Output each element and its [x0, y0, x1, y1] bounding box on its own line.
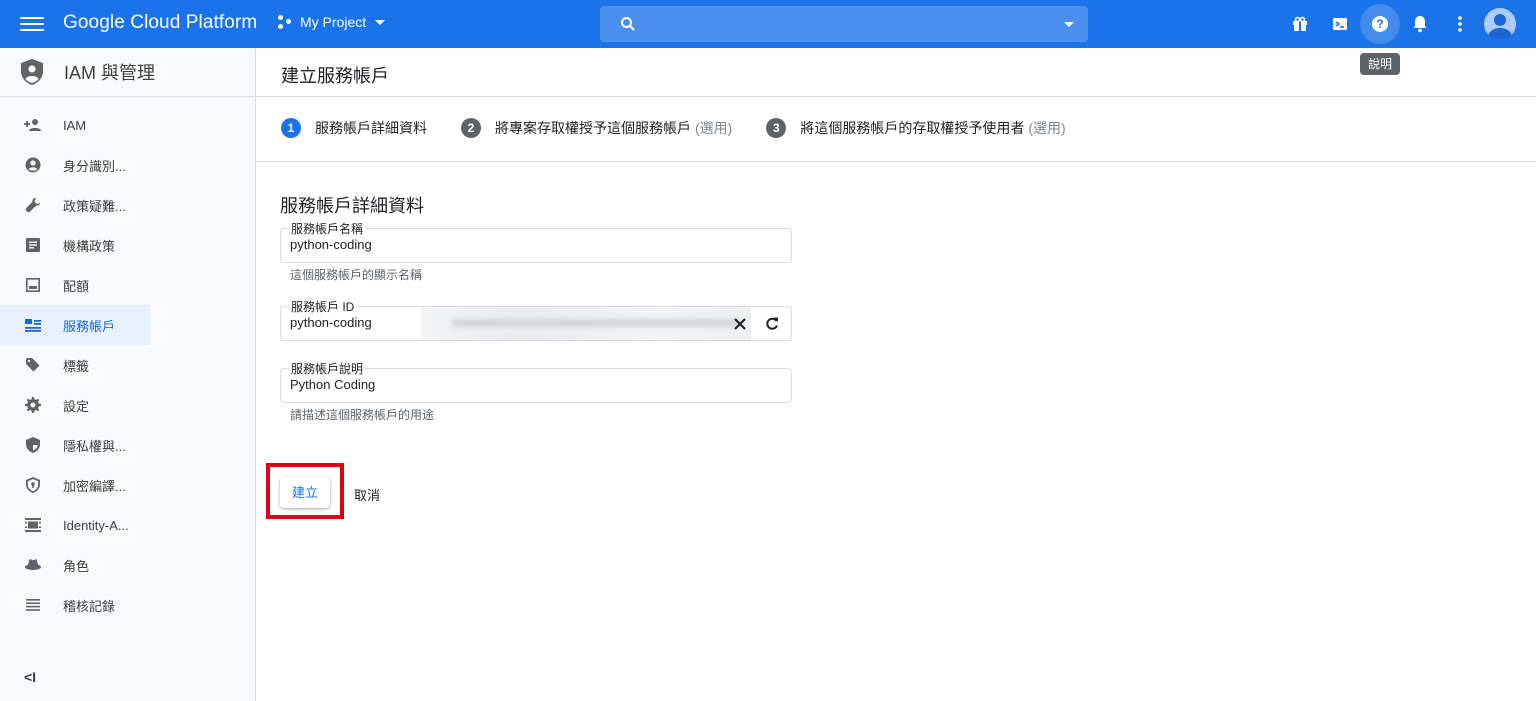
collapse-sidebar-button[interactable]: <I [24, 669, 36, 685]
brand-title[interactable]: Google Cloud Platform [63, 12, 257, 34]
sidebar-title: IAM 與管理 [64, 63, 156, 83]
sidebar-item-iam[interactable]: IAM [0, 105, 255, 145]
sidebar-item-privacy[interactable]: 隱私權與... [0, 425, 255, 465]
tag-icon [24, 356, 42, 374]
sidebar-header: IAM 與管理 [0, 48, 255, 97]
service-account-id-field[interactable]: 服務帳戶 ID [280, 298, 792, 341]
field-hint: 這個服務帳戶的顯示名稱 [290, 268, 423, 282]
step-label: 將這個服務帳戶的存取權授予使用者 [800, 120, 1025, 136]
sidebar-item-label: 服務帳戶 [63, 318, 116, 334]
sidebar-item-label: IAM [63, 117, 87, 133]
sidebar-item-identity[interactable]: 身分識別... [0, 145, 255, 185]
search-dropdown-icon[interactable] [1064, 22, 1074, 27]
sidebar-item-org-policies[interactable]: 機構政策 [0, 225, 255, 265]
sidebar-item-service-accounts[interactable]: 服務帳戶 [0, 305, 150, 345]
sidebar-item-encryption[interactable]: 加密編譯... [0, 465, 255, 505]
service-account-icon [24, 316, 42, 334]
sidebar-nav: IAM 身分識別... 政策疑難... 機構政策 配額 服務帳戶 標籤 設定 隱… [0, 97, 255, 625]
search-input[interactable] [648, 15, 1038, 31]
step-number: 3 [766, 118, 787, 138]
wrench-icon [24, 196, 42, 214]
field-label: 服務帳戶說明 [289, 360, 366, 377]
sidebar-item-label: 稽核記錄 [63, 598, 116, 614]
audit-log-icon [24, 596, 42, 614]
sidebar-item-roles[interactable]: 角色 [0, 545, 255, 585]
sidebar-item-settings[interactable]: 設定 [0, 385, 255, 425]
search-bar[interactable] [600, 6, 1088, 42]
project-name: My Project [300, 14, 367, 30]
quota-icon [24, 276, 42, 294]
service-account-description-field[interactable]: 服務帳戶說明 [280, 360, 792, 403]
sidebar: IAM 與管理 IAM 身分識別... 政策疑難... 機構政策 配額 服務帳戶 [0, 48, 256, 701]
main-content: 建立服務帳戶 1 服務帳戶詳細資料 2 將專案存取權授予這個服務帳戶 (選用) … [256, 48, 1536, 701]
sidebar-item-quotas[interactable]: 配額 [0, 265, 255, 305]
menu-icon[interactable] [20, 14, 44, 34]
identity-aware-icon [24, 516, 42, 534]
step-number: 1 [281, 118, 301, 138]
step-label: 將專案存取權授予這個服務帳戶 [495, 120, 691, 136]
service-account-name-input[interactable] [290, 237, 720, 252]
cloud-shell-icon[interactable] [1328, 12, 1352, 36]
sidebar-item-label: 配額 [63, 278, 90, 294]
role-hat-icon [24, 556, 42, 574]
project-icon [278, 15, 292, 29]
create-button[interactable]: 建立 [280, 477, 330, 508]
service-account-id-input[interactable] [290, 315, 410, 330]
chevron-down-icon [375, 19, 386, 25]
sidebar-item-label: 隱私權與... [63, 438, 126, 454]
iam-shield-icon [21, 59, 43, 85]
step-optional: (選用) [695, 120, 733, 136]
field-label: 服務帳戶 ID [289, 298, 357, 315]
sidebar-item-audit-logs[interactable]: 稽核記錄 [0, 585, 255, 625]
step-optional: (選用) [1028, 120, 1066, 136]
page-title: 建立服務帳戶 [281, 66, 389, 86]
redacted-email [421, 307, 751, 340]
account-avatar[interactable] [1484, 8, 1516, 40]
sidebar-item-policy-troubleshooter[interactable]: 政策疑難... [0, 185, 255, 225]
step-3[interactable]: 3 將這個服務帳戶的存取權授予使用者 (選用) [766, 118, 1066, 138]
settings-icon [24, 396, 42, 414]
sidebar-item-label: 政策疑難... [63, 198, 126, 214]
privacy-shield-icon [24, 436, 42, 454]
project-selector[interactable]: My Project [278, 14, 386, 30]
service-account-name-field[interactable]: 服務帳戶名稱 [280, 220, 792, 263]
clear-icon[interactable] [729, 313, 751, 335]
notifications-icon[interactable] [1408, 12, 1432, 36]
step-number: 2 [461, 118, 481, 138]
sidebar-item-label: Identity-A... [63, 517, 129, 533]
step-label: 服務帳戶詳細資料 [315, 120, 427, 136]
more-vert-icon[interactable] [1448, 12, 1472, 36]
divider [256, 96, 1536, 97]
sidebar-item-labels[interactable]: 標籤 [0, 345, 255, 385]
sidebar-item-label: 加密編譯... [63, 478, 126, 494]
sidebar-item-label: 機構政策 [63, 238, 116, 254]
step-2[interactable]: 2 將專案存取權授予這個服務帳戶 (選用) [461, 118, 732, 138]
encryption-shield-icon [24, 476, 42, 494]
cancel-button[interactable]: 取消 [354, 485, 380, 504]
field-label: 服務帳戶名稱 [289, 220, 366, 237]
sidebar-item-label: 身分識別... [63, 158, 126, 174]
person-add-icon [24, 116, 42, 134]
divider [256, 161, 1536, 162]
sidebar-item-label: 標籤 [63, 358, 90, 374]
section-title: 服務帳戶詳細資料 [280, 196, 424, 216]
sidebar-item-label: 設定 [63, 398, 90, 414]
sidebar-item-label: 角色 [63, 558, 90, 574]
list-alt-icon [24, 236, 42, 254]
account-circle-icon [24, 156, 42, 174]
field-hint: 請描述這個服務帳戶的用途 [290, 408, 435, 422]
sidebar-item-identity-aware-proxy[interactable]: Identity-A... [0, 505, 255, 545]
search-icon [621, 17, 635, 31]
service-account-description-input[interactable] [290, 377, 720, 392]
stepper: 1 服務帳戶詳細資料 2 將專案存取權授予這個服務帳戶 (選用) 3 將這個服務… [281, 118, 1100, 138]
help-icon: ? [1372, 16, 1388, 32]
step-1[interactable]: 1 服務帳戶詳細資料 [281, 118, 427, 138]
gift-icon[interactable] [1288, 12, 1312, 36]
help-button[interactable]: ? [1360, 4, 1400, 44]
top-app-bar: Google Cloud Platform My Project ? [0, 0, 1536, 48]
refresh-icon[interactable] [761, 313, 783, 335]
